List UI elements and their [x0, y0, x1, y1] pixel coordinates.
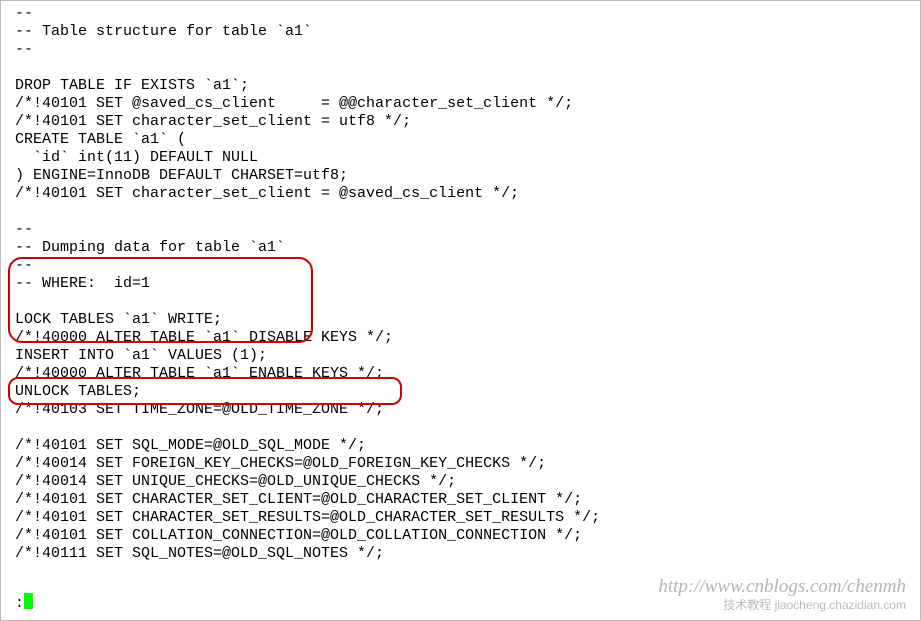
code-line: /*!40101 SET CHARACTER_SET_RESULTS=@OLD_… [15, 509, 910, 527]
code-line: /*!40000 ALTER TABLE `a1` DISABLE KEYS *… [15, 329, 910, 347]
sql-dump-content: ---- Table structure for table `a1`--DRO… [1, 1, 920, 567]
code-line [15, 293, 910, 311]
code-line: /*!40103 SET TIME_ZONE=@OLD_TIME_ZONE */… [15, 401, 910, 419]
code-line: -- [15, 257, 910, 275]
code-line: DROP TABLE IF EXISTS `a1`; [15, 77, 910, 95]
code-line [15, 419, 910, 437]
code-line: ) ENGINE=InnoDB DEFAULT CHARSET=utf8; [15, 167, 910, 185]
code-line [15, 203, 910, 221]
code-line: -- [15, 41, 910, 59]
command-prompt[interactable]: : [15, 593, 33, 613]
code-line: /*!40111 SET SQL_NOTES=@OLD_SQL_NOTES */… [15, 545, 910, 563]
code-line: LOCK TABLES `a1` WRITE; [15, 311, 910, 329]
code-line [15, 59, 910, 77]
code-line: `id` int(11) DEFAULT NULL [15, 149, 910, 167]
code-line: /*!40101 SET character_set_client = utf8… [15, 113, 910, 131]
code-line: /*!40101 SET COLLATION_CONNECTION=@OLD_C… [15, 527, 910, 545]
code-line: /*!40101 SET CHARACTER_SET_CLIENT=@OLD_C… [15, 491, 910, 509]
code-line: -- Table structure for table `a1` [15, 23, 910, 41]
code-line: CREATE TABLE `a1` ( [15, 131, 910, 149]
watermark-site: 技术教程 jiaocheng.chazidian.com [723, 596, 906, 614]
watermark-url: http://www.cnblogs.com/chenmh [658, 578, 906, 596]
cursor-icon [24, 593, 33, 609]
code-line: /*!40014 SET UNIQUE_CHECKS=@OLD_UNIQUE_C… [15, 473, 910, 491]
code-line: /*!40014 SET FOREIGN_KEY_CHECKS=@OLD_FOR… [15, 455, 910, 473]
code-line: /*!40101 SET SQL_MODE=@OLD_SQL_MODE */; [15, 437, 910, 455]
code-line: -- [15, 5, 910, 23]
code-line: /*!40101 SET @saved_cs_client = @@charac… [15, 95, 910, 113]
code-line: /*!40101 SET character_set_client = @sav… [15, 185, 910, 203]
code-line: -- [15, 221, 910, 239]
code-line: UNLOCK TABLES; [15, 383, 910, 401]
code-line: -- WHERE: id=1 [15, 275, 910, 293]
code-line: /*!40000 ALTER TABLE `a1` ENABLE KEYS */… [15, 365, 910, 383]
prompt-prefix: : [15, 595, 24, 612]
code-line: -- Dumping data for table `a1` [15, 239, 910, 257]
code-line: INSERT INTO `a1` VALUES (1); [15, 347, 910, 365]
